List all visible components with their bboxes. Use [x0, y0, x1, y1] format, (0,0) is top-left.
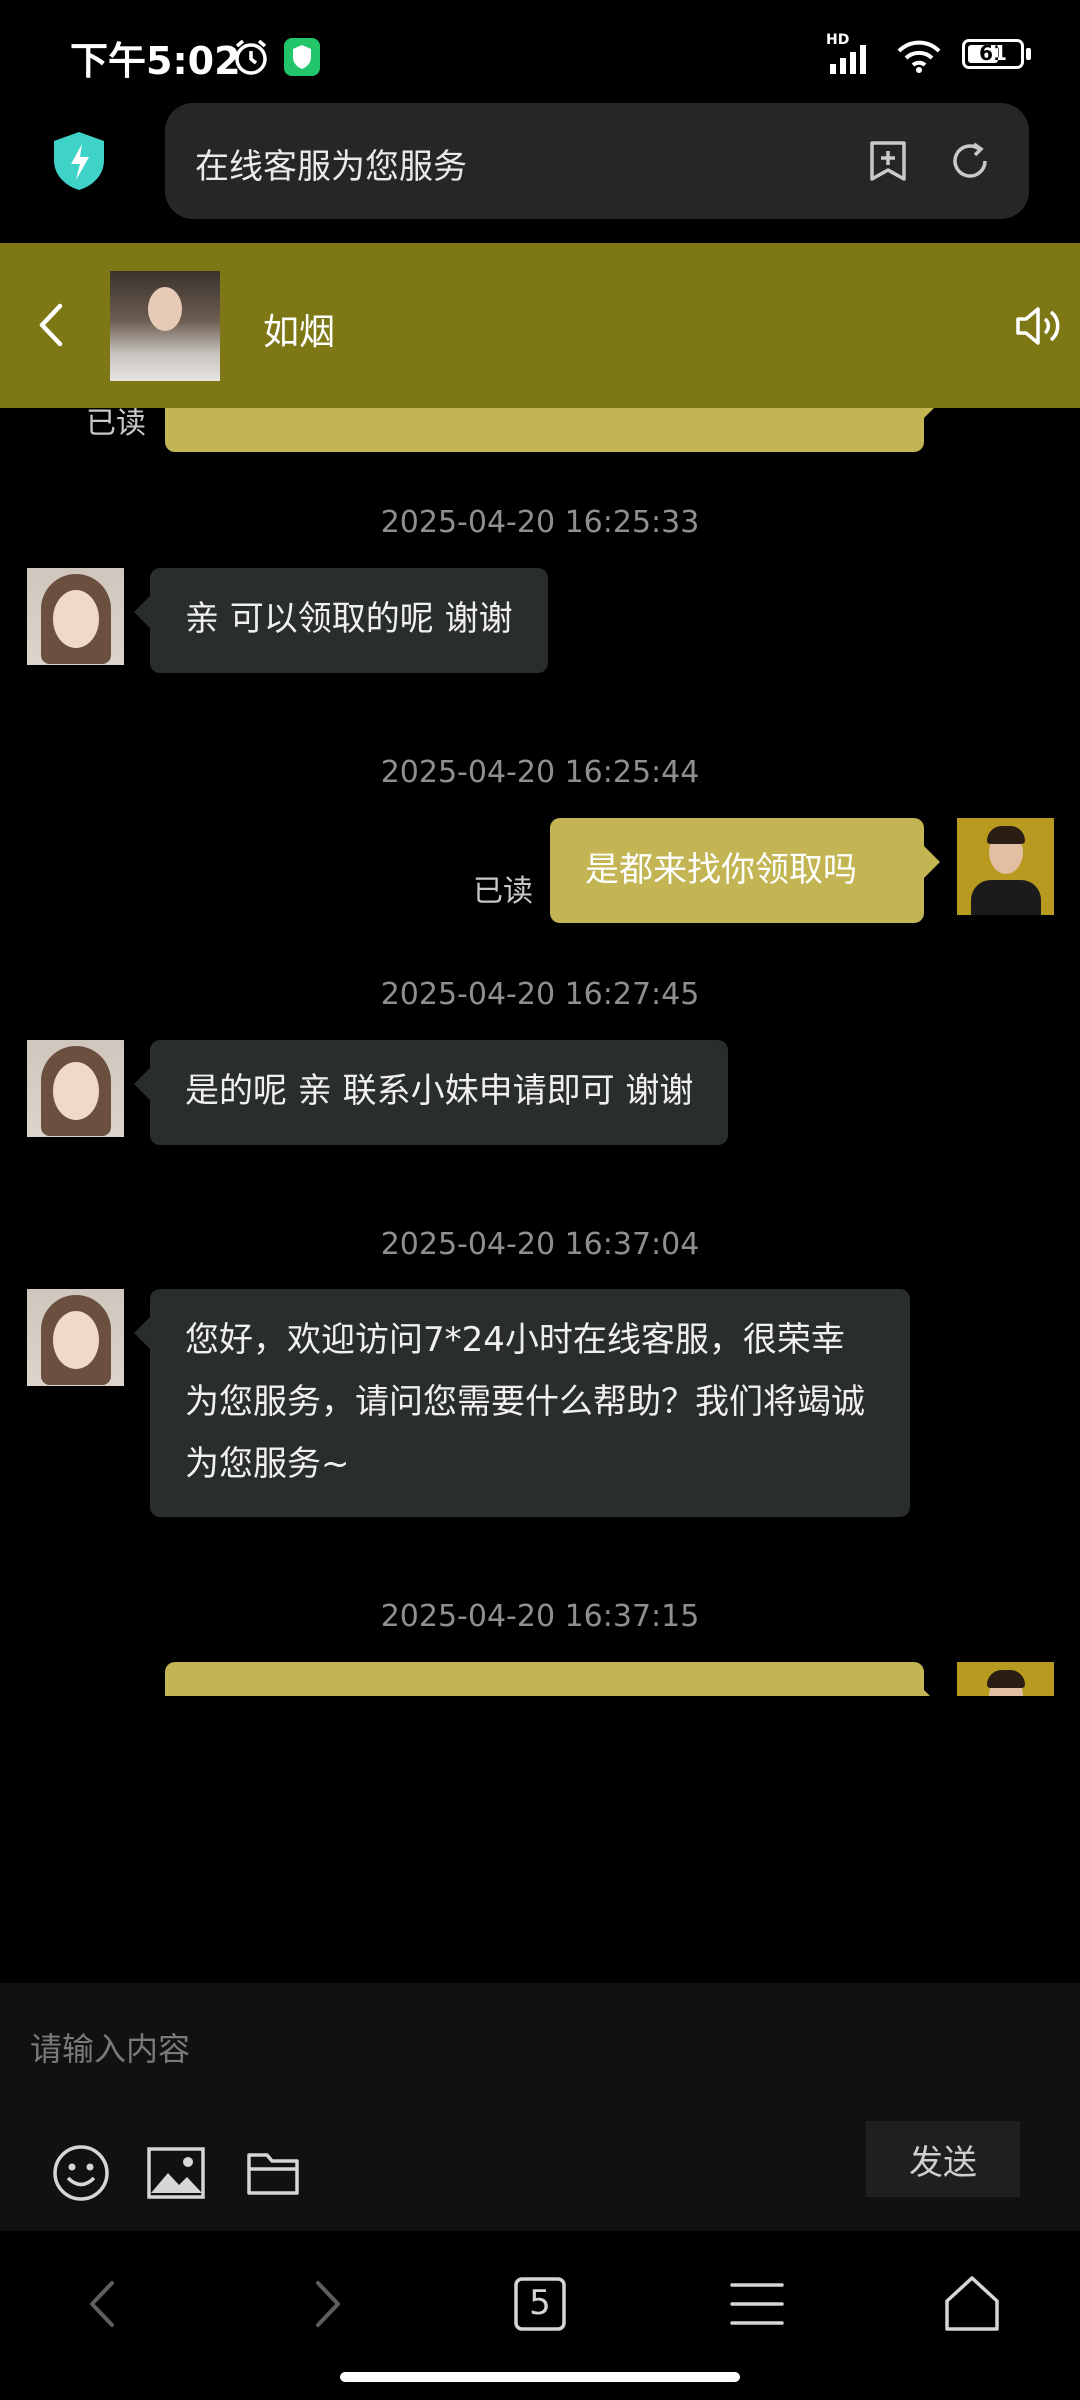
contact-avatar[interactable]	[110, 271, 220, 381]
message-timestamp: 2025-04-20 16:25:33	[380, 505, 700, 540]
message-bubble-agent[interactable]: 是的呢 亲 联系小妹申请即可 谢谢	[133, 1040, 729, 1145]
tab-count: 5	[529, 2283, 551, 2323]
battery-icon: 61	[962, 39, 1034, 73]
home-indicator[interactable]	[340, 2372, 740, 2382]
emoji-icon[interactable]	[51, 2143, 111, 2203]
battery-level: 61	[979, 41, 1007, 65]
message-bubble-user[interactable]	[165, 408, 940, 452]
home-icon[interactable]	[937, 2269, 1007, 2339]
signal-icon: HD	[826, 32, 876, 74]
message-timestamp: 2025-04-20 16:25:44	[380, 755, 700, 790]
input-panel: 发送	[0, 1983, 1080, 2231]
address-bar[interactable]: 在线客服为您服务	[165, 103, 1029, 219]
menu-icon[interactable]	[722, 2269, 792, 2339]
message-timestamp: 2025-04-20 16:37:15	[380, 1599, 700, 1634]
read-status: 已读	[86, 408, 146, 441]
address-text[interactable]: 在线客服为您服务	[195, 139, 467, 188]
alarm-icon	[235, 39, 267, 75]
message-bubble-user[interactable]: 是都来找你领取吗	[550, 818, 940, 923]
back-arrow-icon[interactable]	[30, 298, 74, 352]
message-bubble-agent[interactable]: 您好，欢迎访问7*24小时在线客服，很荣幸为您服务，请问您需要什么帮助？我们将竭…	[134, 1289, 910, 1517]
browser-navigation: 5	[0, 2231, 1080, 2400]
status-bar: 下午5:02 HD 61	[0, 0, 1080, 100]
security-notification-icon	[284, 38, 320, 76]
nav-forward-icon[interactable]	[290, 2269, 360, 2339]
status-icons: HD 61	[826, 32, 1034, 74]
message-bubble-user[interactable]	[165, 1662, 940, 1696]
tabs-button[interactable]: 5	[505, 2269, 575, 2339]
speaker-icon[interactable]	[1014, 301, 1062, 351]
chat-messages[interactable]: 已读 2025-04-20 16:25:33 亲 可以领取的呢 谢谢 2025-…	[0, 408, 1080, 1696]
read-status: 已读	[473, 874, 533, 909]
user-avatar[interactable]	[957, 1662, 1054, 1696]
message-timestamp: 2025-04-20 16:37:04	[380, 1227, 700, 1262]
message-timestamp: 2025-04-20 16:27:45	[380, 977, 700, 1012]
send-button[interactable]: 发送	[866, 2121, 1020, 2197]
contact-name: 如烟	[263, 312, 336, 353]
message-input[interactable]	[0, 1983, 1080, 2093]
wifi-icon	[897, 40, 941, 73]
status-time: 下午5:02	[70, 39, 241, 83]
add-bookmark-icon[interactable]	[866, 139, 910, 183]
image-icon[interactable]	[146, 2143, 206, 2203]
browser-bar: 在线客服为您服务	[0, 100, 1080, 242]
user-avatar[interactable]	[957, 818, 1054, 915]
partial-message-row	[0, 1662, 1080, 1696]
refresh-icon[interactable]	[948, 139, 992, 183]
agent-avatar[interactable]	[27, 568, 124, 665]
chat-header: 如烟	[0, 243, 1080, 408]
nav-back-icon[interactable]	[70, 2269, 140, 2339]
security-shield-icon[interactable]	[52, 130, 106, 192]
message-bubble-agent[interactable]: 亲 可以领取的呢 谢谢	[134, 568, 548, 673]
agent-avatar[interactable]	[27, 1289, 124, 1386]
folder-icon[interactable]	[243, 2143, 303, 2203]
agent-avatar[interactable]	[27, 1040, 124, 1137]
